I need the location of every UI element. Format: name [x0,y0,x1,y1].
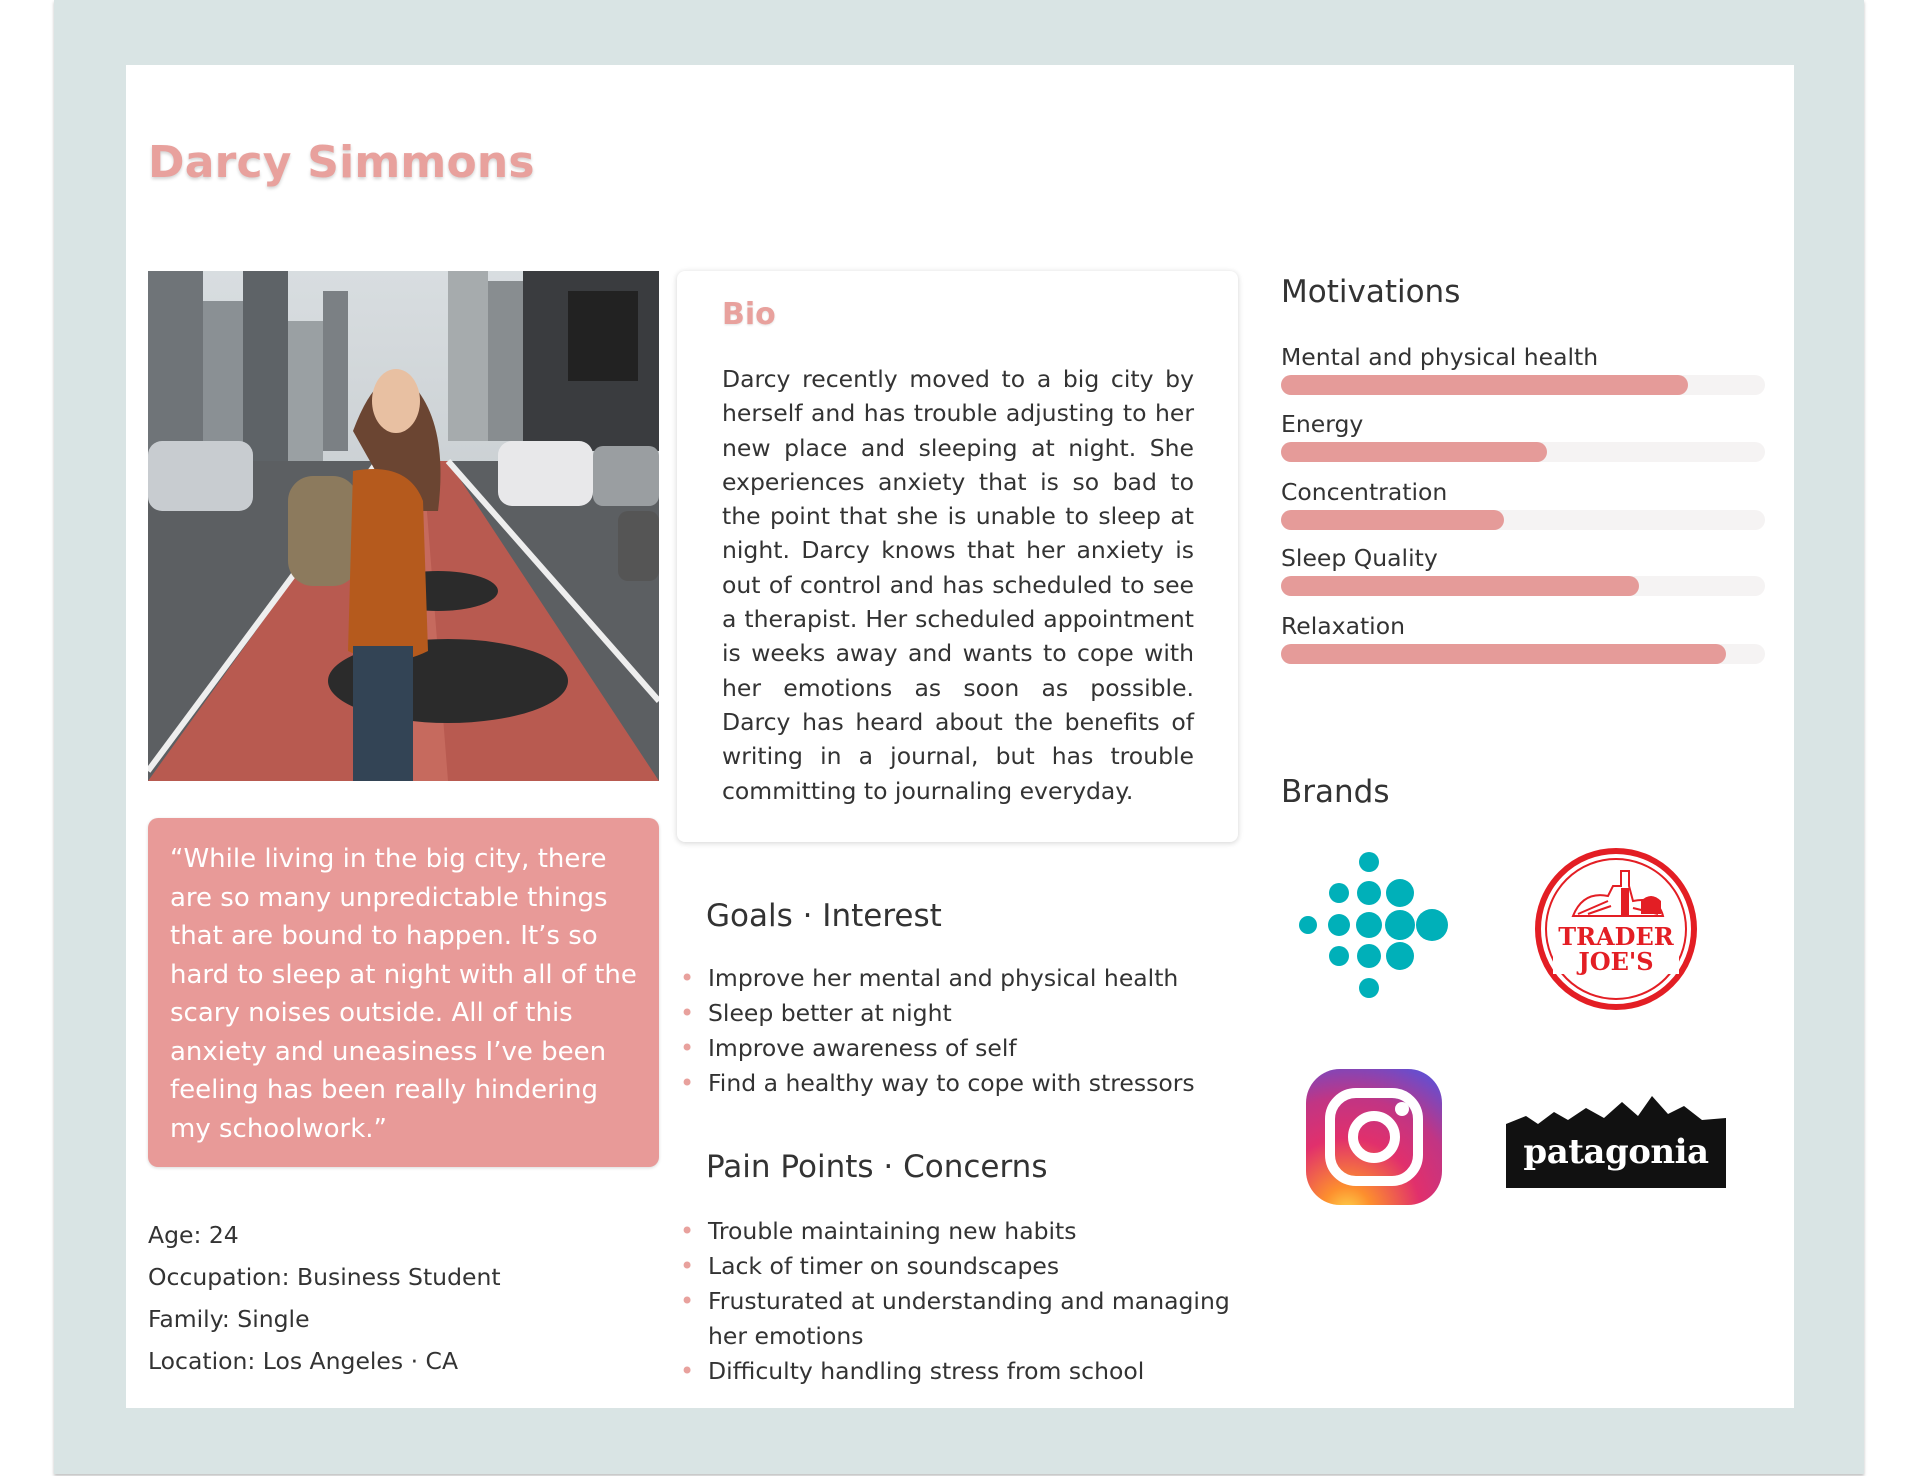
pain-point-item: Lack of timer on soundscapes [680,1249,1240,1284]
fact-location: Location: Los Angeles · CA [148,1347,459,1375]
persona-photo-image [148,271,659,781]
motivation-label: Concentration [1281,478,1448,506]
motivation-track [1281,576,1765,596]
instagram-logo-icon [1304,1067,1444,1207]
motivation-sleep-quality: Sleep Quality [1281,544,1765,596]
persona-name: Darcy Simmons [148,137,535,188]
motivation-track [1281,442,1765,462]
motivations-title: Motivations [1281,274,1461,310]
motivation-relaxation: Relaxation [1281,612,1765,664]
motivation-label: Energy [1281,410,1364,438]
motivation-label: Sleep Quality [1281,544,1438,572]
goal-item: Improve her mental and physical health [680,961,1240,996]
trader-joes-logo-icon: TRADER JOE'S [1533,846,1699,1012]
motivation-bar [1281,576,1640,596]
goal-item: Sleep better at night [680,996,1240,1031]
brands-title: Brands [1281,774,1390,810]
pain-point-item: Frusturated at understanding and managin… [680,1284,1240,1354]
fact-age: Age: 24 [148,1221,239,1249]
motivation-mental-physical-health: Mental and physical health [1281,343,1765,395]
motivation-energy: Energy [1281,410,1765,462]
motivation-concentration: Concentration [1281,478,1765,530]
fact-family: Family: Single [148,1305,310,1333]
motivation-label: Relaxation [1281,612,1405,640]
fitbit-logo-icon [1292,848,1452,1008]
persona-quote: “While living in the big city, there are… [170,844,637,1144]
motivation-bar [1281,644,1727,664]
trader-joes-line2: JOE'S [1578,947,1654,976]
fact-occupation: Occupation: Business Student [148,1263,501,1291]
motivation-bar [1281,510,1504,530]
motivation-bar [1281,442,1548,462]
patagonia-logo-icon: patagonia [1506,1094,1726,1188]
motivation-track [1281,644,1765,664]
bio-text: Darcy recently moved to a big city by he… [722,365,1194,805]
bio-title: Bio [722,297,776,332]
patagonia-wordmark: patagonia [1523,1132,1709,1172]
trader-joes-line1: TRADER [1558,922,1674,951]
motivation-label: Mental and physical health [1281,343,1599,371]
persona-facts: Age: 24 Occupation: Business Student Fam… [148,1214,501,1382]
goals-title: Goals · Interest [706,898,942,934]
pain-points-list: Trouble maintaining new habits Lack of t… [680,1214,1240,1389]
goals-list: Improve her mental and physical health S… [680,961,1240,1101]
goal-item: Find a healthy way to cope with stressor… [680,1066,1240,1101]
pain-point-item: Difficulty handling stress from school [680,1354,1240,1389]
motivation-track [1281,510,1765,530]
motivation-bar [1281,375,1688,395]
pain-points-title: Pain Points · Concerns [706,1149,1048,1185]
bio-card: Bio Darcy recently moved to a big city b… [677,271,1238,842]
persona-photo [148,271,659,781]
pain-point-item: Trouble maintaining new habits [680,1214,1240,1249]
goal-item: Improve awareness of self [680,1031,1240,1066]
quote-box: “While living in the big city, there are… [148,818,659,1167]
motivation-track [1281,375,1765,395]
